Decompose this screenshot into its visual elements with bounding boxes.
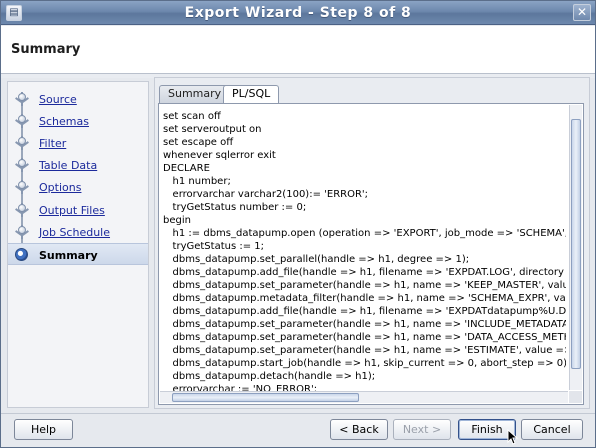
code-line: whenever sqlerror exit	[163, 150, 276, 161]
code-line: h1 number;	[163, 176, 231, 187]
sidebar-item-options[interactable]: Options	[8, 176, 148, 198]
code-line: begin	[163, 215, 191, 226]
sidebar-item-summary[interactable]: Summary	[8, 243, 148, 265]
export-wizard-window: ▤ Export Wizard - Step 8 of 8 ✕ Summary …	[0, 0, 596, 448]
tab-plsql[interactable]: PL/SQL	[223, 85, 280, 104]
plsql-code-view[interactable]: set scan off set serveroutput on set escap…	[158, 103, 584, 405]
title-bar[interactable]: ▤ Export Wizard - Step 8 of 8 ✕	[1, 1, 595, 25]
sidebar-item-filter[interactable]: Filter	[8, 132, 148, 154]
sidebar-item-label[interactable]: Options	[39, 181, 81, 194]
mouse-cursor-icon	[507, 429, 519, 445]
code-line: dbms_datapump.metadata_filter(handle => …	[163, 293, 566, 304]
completed-step-icon	[14, 180, 30, 194]
code-line: errorvarchar varchar2(100):= 'ERROR';	[163, 189, 369, 200]
sidebar-item-output-files[interactable]: Output Files	[8, 199, 148, 221]
next-button[interactable]: Next >	[393, 419, 451, 440]
page-title: Summary	[11, 42, 81, 57]
scroll-corner	[569, 391, 582, 403]
completed-step-icon	[14, 92, 30, 106]
current-step-icon	[15, 248, 28, 261]
tab-summary[interactable]: Summary	[159, 85, 231, 103]
completed-step-icon	[14, 225, 30, 239]
code-line: DECLARE	[163, 163, 210, 174]
horizontal-scroll-thumb[interactable]	[172, 393, 359, 402]
summary-panel: Summary PL/SQL set scan off set serverout…	[154, 77, 590, 409]
sidebar-item-label[interactable]: Source	[39, 93, 77, 106]
code-line: dbms_datapump.add_file(handle => h1, fil…	[163, 267, 566, 278]
code-line: dbms_datapump.set_parameter(handle => h1…	[163, 345, 566, 356]
sidebar-item-label[interactable]: Filter	[39, 137, 66, 150]
completed-step-icon	[14, 158, 30, 172]
vertical-scroll-thumb[interactable]	[571, 119, 581, 369]
code-line: dbms_datapump.detach(handle => h1);	[163, 371, 376, 382]
sidebar-item-label[interactable]: Table Data	[39, 159, 97, 172]
code-line: tryGetStatus := 1;	[163, 241, 265, 252]
help-button[interactable]: Help	[14, 419, 73, 440]
sidebar-item-schemas[interactable]: Schemas	[8, 110, 148, 132]
close-button[interactable]: ✕	[573, 4, 591, 21]
completed-step-icon	[14, 114, 30, 128]
code-line: dbms_datapump.set_parallel(handle => h1,…	[163, 254, 470, 265]
sidebar-item-source[interactable]: Source	[8, 88, 148, 110]
plsql-code-text[interactable]: set scan off set serveroutput on set escap…	[161, 110, 566, 393]
code-line: dbms_datapump.set_parameter(handle => h1…	[163, 332, 566, 343]
completed-step-icon	[14, 203, 30, 217]
wizard-steps-nav: Source Schemas Filter Table Data Options…	[7, 81, 149, 408]
code-line: tryGetStatus number := 0;	[163, 202, 307, 213]
code-line: set serveroutput on	[163, 124, 262, 135]
horizontal-scrollbar[interactable]	[160, 391, 568, 403]
code-line: dbms_datapump.set_parameter(handle => h1…	[163, 319, 566, 330]
sidebar-item-label[interactable]: Job Schedule	[39, 226, 110, 239]
wizard-header: Summary	[1, 26, 595, 74]
sidebar-item-job-schedule[interactable]: Job Schedule	[8, 221, 148, 243]
back-button[interactable]: < Back	[330, 419, 388, 440]
code-line: dbms_datapump.add_file(handle => h1, fil…	[163, 306, 566, 317]
code-line: dbms_datapump.set_parameter(handle => h1…	[163, 280, 566, 291]
completed-step-icon	[14, 136, 30, 150]
footer-divider	[1, 413, 595, 414]
cancel-button[interactable]: Cancel	[521, 419, 583, 440]
code-line: set scan off	[163, 111, 221, 122]
sidebar-item-label: Summary	[39, 249, 98, 262]
code-line: h1 := dbms_datapump.open (operation => '…	[163, 228, 566, 239]
window-title: Export Wizard - Step 8 of 8	[184, 5, 412, 21]
vertical-scrollbar[interactable]	[569, 105, 582, 390]
sidebar-item-label[interactable]: Schemas	[39, 115, 89, 128]
sidebar-item-label[interactable]: Output Files	[39, 204, 105, 217]
code-line: dbms_datapump.start_job(handle => h1, sk…	[163, 358, 566, 369]
code-line: set escape off	[163, 137, 234, 148]
sidebar-item-table-data[interactable]: Table Data	[8, 154, 148, 176]
